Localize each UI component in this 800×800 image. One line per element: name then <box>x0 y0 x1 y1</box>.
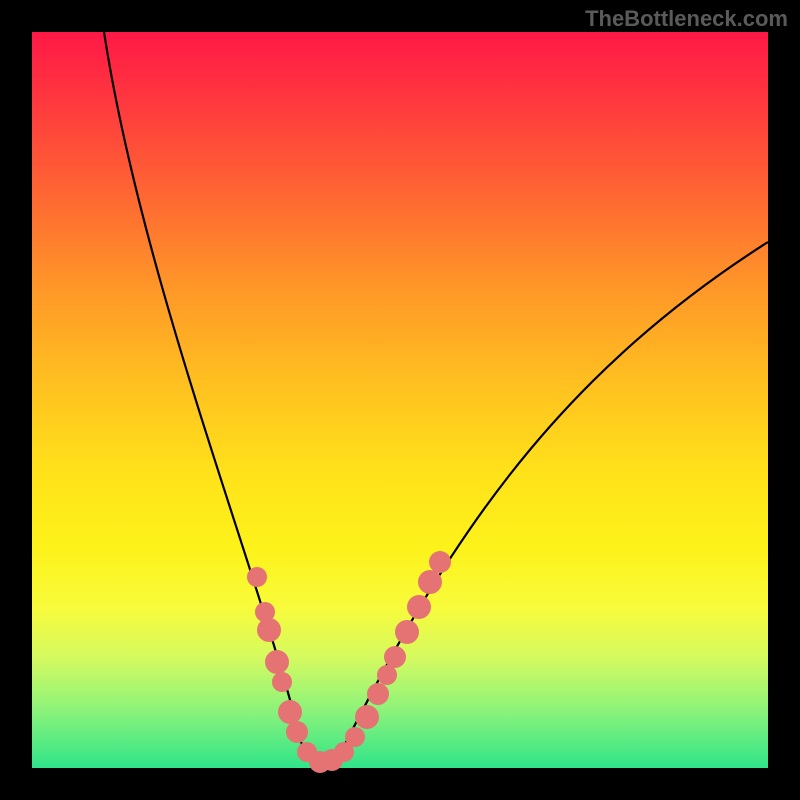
bottleneck-curve <box>104 32 768 760</box>
data-marker <box>247 567 267 587</box>
data-marker <box>377 665 397 685</box>
data-marker <box>418 570 442 594</box>
data-marker <box>384 646 406 668</box>
data-marker <box>265 650 289 674</box>
data-marker <box>272 672 292 692</box>
data-marker <box>395 620 419 644</box>
data-marker <box>355 705 379 729</box>
data-marker <box>278 700 302 724</box>
data-marker <box>345 727 365 747</box>
data-marker <box>429 551 451 573</box>
data-marker <box>286 721 308 743</box>
data-markers <box>247 551 451 773</box>
data-marker <box>367 683 389 705</box>
chart-svg <box>32 32 768 768</box>
plot-area <box>32 32 768 768</box>
watermark-text: TheBottleneck.com <box>585 6 788 32</box>
data-marker <box>407 595 431 619</box>
data-marker <box>257 618 281 642</box>
